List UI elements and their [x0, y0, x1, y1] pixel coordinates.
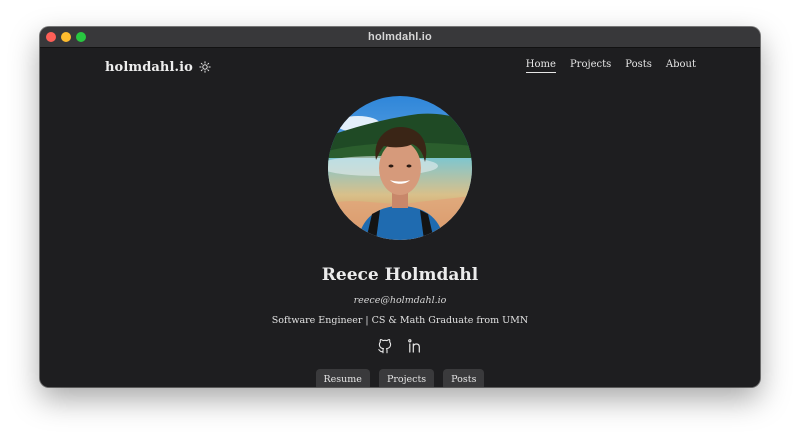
github-icon[interactable]: [377, 338, 393, 358]
traffic-lights: [46, 32, 86, 42]
linkedin-icon[interactable]: [407, 338, 423, 358]
browser-window: holmdahl.io holmdahl.io Home Projects Po…: [40, 27, 760, 387]
nav-about-link[interactable]: About: [666, 59, 696, 73]
social-links: [40, 338, 760, 358]
nav-home-link[interactable]: Home: [525, 59, 556, 73]
posts-button[interactable]: Posts: [443, 369, 485, 387]
main-nav: Home Projects Posts About: [525, 59, 696, 73]
window-title: holmdahl.io: [368, 31, 432, 43]
title-bar: holmdahl.io: [40, 27, 760, 48]
nav-projects-link[interactable]: Projects: [570, 59, 611, 73]
site-logo-link[interactable]: holmdahl.io: [105, 60, 193, 75]
sun-icon[interactable]: [199, 58, 211, 77]
nav-posts-link[interactable]: Posts: [625, 59, 652, 73]
close-window-button[interactable]: [46, 32, 56, 42]
minimize-window-button[interactable]: [61, 32, 71, 42]
site-header-brand: holmdahl.io: [105, 58, 211, 77]
projects-button[interactable]: Projects: [378, 369, 435, 387]
avatar: [328, 96, 472, 240]
page-content: holmdahl.io Home Projects Posts About Re…: [40, 48, 760, 387]
resume-button[interactable]: Resume: [315, 369, 370, 387]
profile-name: Reece Holmdahl: [321, 265, 479, 285]
zoom-window-button[interactable]: [76, 32, 86, 42]
profile-email[interactable]: reece@holmdahl.io: [40, 295, 760, 306]
cta-buttons: Resume Projects Posts: [40, 369, 760, 387]
profile-tagline: Software Engineer | CS & Math Graduate f…: [271, 315, 529, 326]
